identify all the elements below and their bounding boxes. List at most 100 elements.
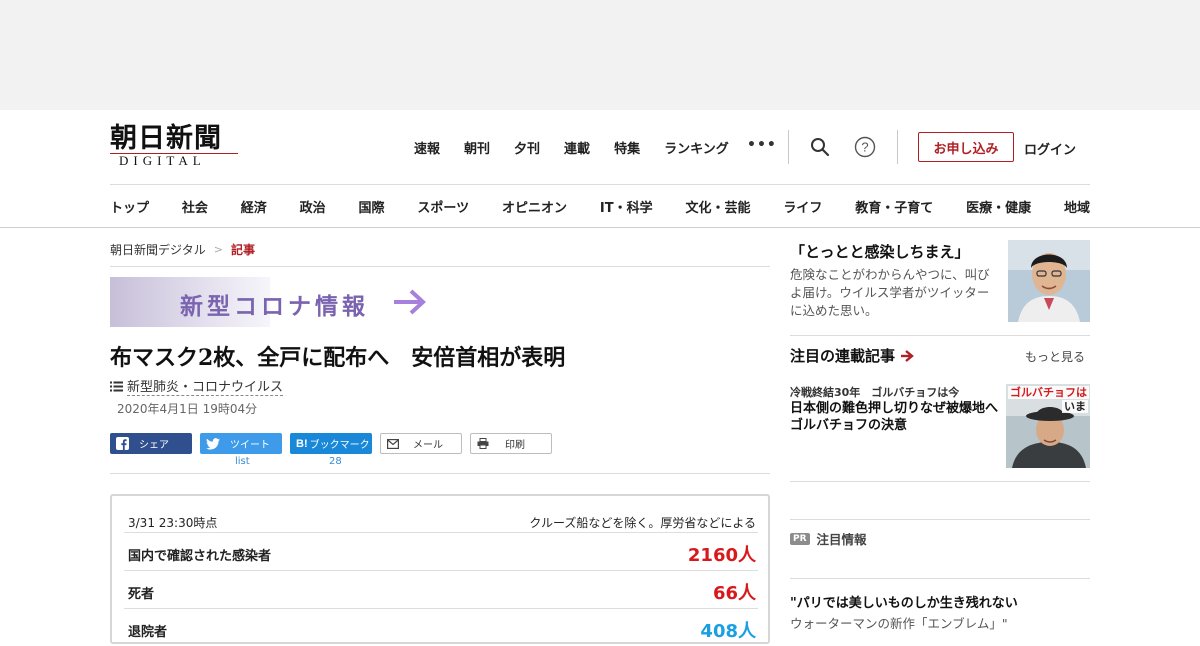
- stats-header: 3/31 23:30時点 クルーズ船などを除く。厚労省などによる: [128, 514, 756, 531]
- site-header: 朝日新聞 DIGITAL 速報 朝刊 夕刊 連載 特集 ランキング ••• ? …: [0, 110, 1200, 228]
- article-tag-label: 新型肺炎・コロナウイルス: [127, 376, 284, 396]
- mail-share-label: メール: [413, 440, 443, 451]
- stats-note: クルーズ船などを除く。厚労省などによる: [529, 516, 756, 530]
- facebook-share-label: シェア: [139, 440, 169, 451]
- pr-label: 注目情報: [816, 532, 867, 547]
- corona-info-banner[interactable]: 新型コロナ情報: [110, 277, 430, 327]
- article-date: 2020年4月1日 19時04分: [117, 402, 258, 416]
- nav-item-choukan[interactable]: 朝刊: [464, 138, 490, 157]
- feature-photo: [1008, 240, 1090, 322]
- category-politics[interactable]: 政治: [300, 197, 326, 216]
- category-international[interactable]: 国際: [359, 197, 385, 216]
- main-nav: 速報 朝刊 夕刊 連載 特集 ランキング: [414, 137, 753, 157]
- more-menu-icon[interactable]: •••: [747, 137, 777, 153]
- print-icon: [477, 438, 489, 449]
- pr-section-title: PR 注目情報: [790, 529, 867, 548]
- arrow-right-icon: [901, 349, 914, 362]
- stats-asof: 3/31 23:30時点: [128, 516, 218, 530]
- series-section-title: 注目の連載記事: [790, 345, 914, 366]
- stats-row-deaths: 死者 66人: [124, 570, 758, 608]
- nav-item-rensai[interactable]: 連載: [564, 138, 590, 157]
- stats-label: 死者: [128, 587, 155, 602]
- subscribe-button[interactable]: お申し込み: [918, 132, 1014, 162]
- article-tag[interactable]: 新型肺炎・コロナウイルス: [110, 376, 284, 396]
- category-opinion[interactable]: オピニオン: [502, 197, 567, 216]
- category-health[interactable]: 医療・健康: [966, 197, 1031, 216]
- category-sports[interactable]: スポーツ: [417, 197, 469, 216]
- hatena-bookmark-button[interactable]: B! ブックマーク: [290, 433, 372, 454]
- twitter-count[interactable]: list: [235, 456, 250, 467]
- divider: [110, 473, 770, 474]
- stats-value: 2160人: [687, 545, 756, 566]
- series-photo-caption: いま: [1062, 400, 1088, 413]
- login-link[interactable]: ログイン: [1024, 139, 1076, 158]
- more-series-link[interactable]: もっと見る: [1025, 348, 1085, 365]
- print-button[interactable]: 印刷: [470, 433, 552, 454]
- search-icon[interactable]: [809, 136, 831, 158]
- facebook-share-button[interactable]: シェア: [110, 433, 192, 454]
- category-life[interactable]: ライフ: [783, 197, 822, 216]
- sidebar-feature-article[interactable]: 「とっとと感染しちまえ」 危険なことがわからんやつに、叫びよ届け。ウイルス学者が…: [790, 240, 1090, 322]
- nav-item-sokuho[interactable]: 速報: [414, 138, 440, 157]
- svg-text:?: ?: [861, 140, 868, 155]
- help-icon[interactable]: ?: [854, 136, 876, 158]
- stats-label: 退院者: [128, 625, 168, 640]
- mail-icon: [387, 438, 399, 449]
- series-headline[interactable]: 日本側の難色押し切りなぜ被爆地へ ゴルバチョフの決意: [790, 400, 1011, 434]
- divider: [790, 335, 1090, 336]
- arrow-right-icon: [394, 289, 426, 315]
- category-top[interactable]: トップ: [110, 197, 149, 216]
- feature-description: 危険なことがわからんやつに、叫びよ届け。ウイルス学者がツイッターに込めた思い。: [790, 267, 990, 318]
- hatena-bookmark-label: ブックマーク: [309, 440, 370, 451]
- category-nav: トップ 社会 経済 政治 国際 スポーツ オピニオン IT・科学 文化・芸能 ラ…: [110, 197, 1090, 216]
- stats-row-discharged: 退院者 408人: [124, 608, 758, 646]
- infection-stats-box: 3/31 23:30時点 クルーズ船などを除く。厚労省などによる 国内で確認され…: [110, 494, 770, 644]
- logo-jp: 朝日新聞: [110, 123, 222, 154]
- banner-text: 新型コロナ情報: [180, 294, 369, 320]
- ad-band: [0, 0, 1200, 110]
- nav-item-ranking[interactable]: ランキング: [664, 138, 729, 157]
- stats-label: 国内で確認された感染者: [128, 549, 272, 564]
- hatena-icon: B!: [296, 437, 308, 450]
- breadcrumb: 朝日新聞デジタル > 記事: [110, 241, 255, 258]
- pr-headline[interactable]: "パリでは美しいものしか生き残れない: [790, 592, 1018, 611]
- divider: [110, 266, 770, 267]
- stats-value: 66人: [712, 583, 756, 604]
- facebook-icon: [116, 437, 129, 450]
- site-logo[interactable]: 朝日新聞 DIGITAL: [110, 124, 245, 172]
- divider: [897, 130, 898, 164]
- category-it-science[interactable]: IT・科学: [600, 197, 653, 216]
- logo-en: DIGITAL: [119, 153, 206, 168]
- series-photo[interactable]: ゴルバチョフは いま: [1006, 384, 1090, 468]
- category-local[interactable]: 地域: [1064, 197, 1090, 216]
- breadcrumb-separator: >: [213, 243, 223, 256]
- print-label: 印刷: [505, 440, 525, 451]
- breadcrumb-home[interactable]: 朝日新聞デジタル: [110, 241, 206, 258]
- divider: [790, 519, 1090, 520]
- nav-item-tokushu[interactable]: 特集: [614, 138, 640, 157]
- twitter-share-label: ツイート: [230, 440, 270, 451]
- hatena-count[interactable]: 28: [329, 456, 342, 467]
- stats-value: 408人: [700, 621, 756, 642]
- category-culture[interactable]: 文化・芸能: [685, 197, 750, 216]
- breadcrumb-current: 記事: [230, 243, 255, 257]
- series-photo-caption: ゴルバチョフは: [1008, 386, 1089, 399]
- mail-share-button[interactable]: メール: [380, 433, 462, 454]
- category-society[interactable]: 社会: [182, 197, 208, 216]
- stats-row-infected: 国内で確認された感染者 2160人: [124, 532, 758, 570]
- divider: [790, 481, 1090, 482]
- list-icon: [110, 381, 123, 391]
- category-economy[interactable]: 経済: [241, 197, 267, 216]
- twitter-share-button[interactable]: ツイート: [200, 433, 282, 454]
- pr-subtitle: ウォーターマンの新作「エンブレム」": [790, 616, 1008, 631]
- pr-badge: PR: [790, 532, 810, 545]
- series-title-text: 注目の連載記事: [790, 347, 896, 365]
- nav-item-yukan[interactable]: 夕刊: [514, 138, 540, 157]
- divider: [788, 130, 789, 164]
- twitter-icon: [206, 437, 220, 450]
- article-headline: 布マスク2枚、全戸に配布へ 安倍首相が表明: [110, 345, 566, 371]
- category-education[interactable]: 教育・子育て: [855, 197, 933, 216]
- series-kicker: 冷戦終結30年 ゴルバチョフは今: [790, 386, 960, 399]
- header-divider: [110, 184, 1090, 185]
- logo-underline: [110, 153, 238, 154]
